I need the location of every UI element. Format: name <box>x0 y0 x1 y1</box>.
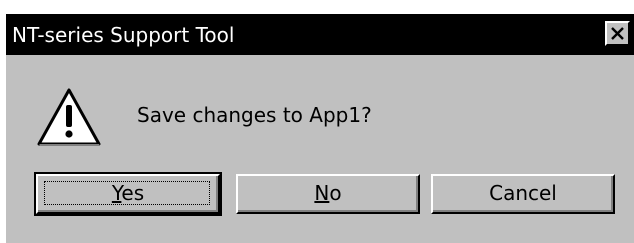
warning-icon <box>37 88 101 146</box>
no-mnemonic: N <box>314 181 330 205</box>
cancel-label: Cancel <box>489 181 557 205</box>
no-label-rest: o <box>329 181 342 205</box>
dialog-message: Save changes to App1? <box>137 103 372 127</box>
focus-rectangle <box>44 181 210 205</box>
title-bar[interactable]: NT-series Support Tool <box>6 14 634 55</box>
save-changes-dialog: NT-series Support Tool Save changes to A… <box>6 14 634 243</box>
close-icon <box>611 27 624 40</box>
window-title: NT-series Support Tool <box>12 23 235 47</box>
no-button[interactable]: No <box>236 174 420 214</box>
close-button[interactable] <box>605 21 630 46</box>
cancel-button[interactable]: Cancel <box>431 174 615 214</box>
yes-button[interactable]: Yes <box>34 172 222 216</box>
